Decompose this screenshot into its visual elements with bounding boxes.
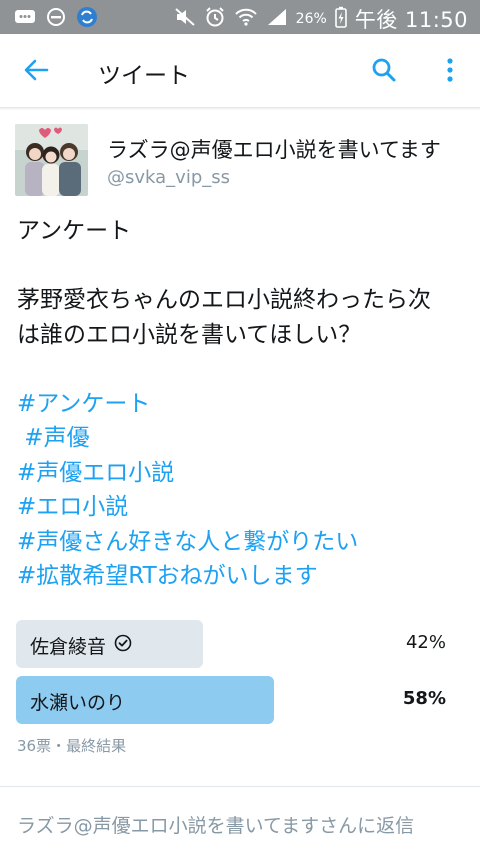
search-icon xyxy=(371,57,397,87)
tweet-text: アンケート 茅野愛衣ちゃんのエロ小説終わったら次 は誰のエロ小説を書いてほしい？… xyxy=(17,214,467,594)
poll-option: 水瀬いのり 58% xyxy=(16,676,466,724)
sync-app-icon xyxy=(76,6,98,32)
wifi-icon xyxy=(234,7,258,32)
tweet-text-blank-line xyxy=(17,352,467,387)
tweet-text-line: アンケート xyxy=(17,218,132,244)
reply-placeholder: ラズラ@声優エロ小説を書いてますさんに返信 xyxy=(17,815,415,837)
search-button[interactable] xyxy=(366,54,402,90)
hashtag-link[interactable]: #エロ小説 xyxy=(17,490,467,525)
app-bar: ツイート xyxy=(0,34,480,108)
back-button[interactable] xyxy=(18,54,54,90)
poll-option-label: 佐倉綾音 xyxy=(30,636,107,658)
clock-time: 午後 11:50 xyxy=(354,8,468,32)
battery-percent: 26% xyxy=(295,11,327,27)
poll-summary: 36票・最終結果 xyxy=(17,737,127,755)
mute-icon xyxy=(174,7,196,32)
signal-icon xyxy=(266,7,288,32)
reply-input[interactable]: ラズラ@声優エロ小説を書いてますさんに返信 xyxy=(0,787,480,853)
poll-option-percent: 42% xyxy=(405,632,446,653)
poll-option-label: 水瀬いのり xyxy=(30,692,126,714)
hashtag-link[interactable]: #声優エロ小説 xyxy=(17,456,467,491)
page-title: ツイート xyxy=(98,63,190,89)
tweet-text-line: は誰のエロ小説を書いてほしい？ xyxy=(17,321,362,348)
do-not-disturb-icon xyxy=(46,7,66,31)
arrow-left-icon xyxy=(23,58,49,86)
poll-option: 佐倉綾音 42% xyxy=(16,620,466,668)
status-bar: 26% 午後 11:50 xyxy=(0,0,480,34)
poll-option-percent: 58% xyxy=(402,688,446,709)
alarm-icon xyxy=(204,6,226,33)
author-handle[interactable]: @svka_vip_ss xyxy=(107,167,230,188)
hashtag-link[interactable]: #拡散希望RTおねがいします xyxy=(17,559,467,594)
more-options-button[interactable] xyxy=(432,54,468,90)
message-icon xyxy=(14,8,36,30)
battery-charging-icon xyxy=(334,6,347,33)
hashtag-link[interactable]: #声優 xyxy=(17,421,467,456)
tweet-text-blank-line xyxy=(17,249,467,284)
hashtag-link[interactable]: #声優さん好きな人と繋がりたい xyxy=(17,525,467,560)
check-circle-icon xyxy=(114,634,132,657)
hashtag-link[interactable]: #アンケート xyxy=(17,387,467,422)
avatar[interactable] xyxy=(15,124,88,196)
tweet-text-line: 茅野愛衣ちゃんのエロ小説終わったら次 xyxy=(17,287,431,313)
author-display-name[interactable]: ラズラ@声優エロ小説を書いてます xyxy=(107,134,441,164)
more-vertical-icon xyxy=(446,57,454,87)
